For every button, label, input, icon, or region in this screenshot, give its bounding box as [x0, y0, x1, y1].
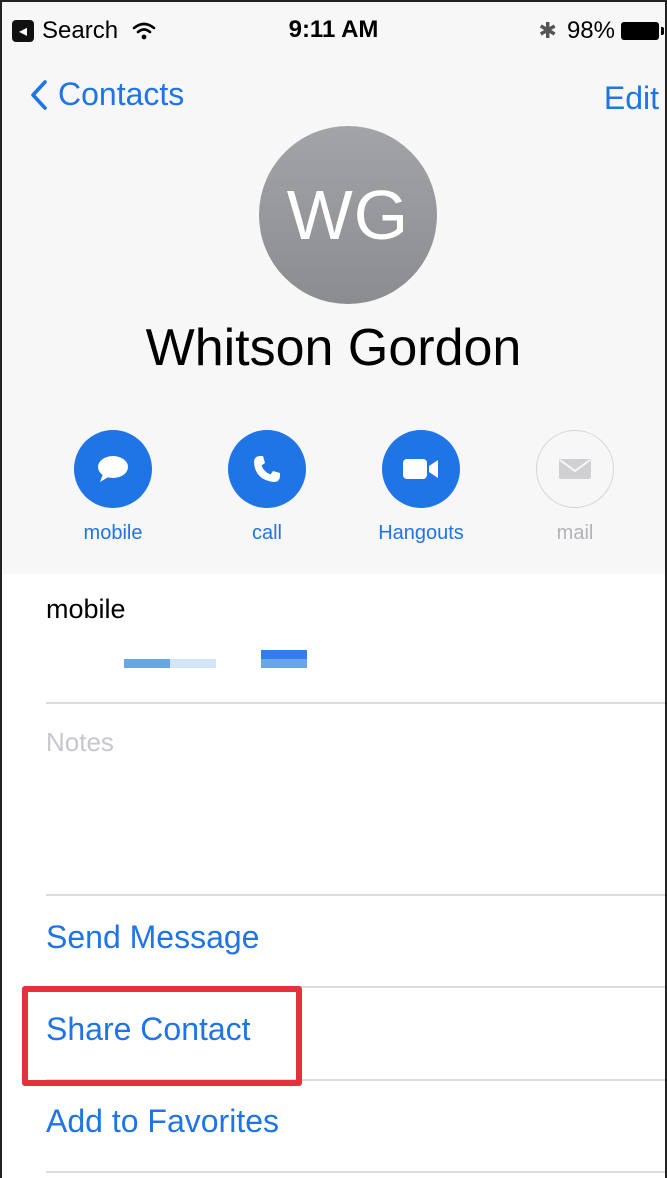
action-hangouts-circle[interactable] [382, 430, 460, 508]
message-icon [98, 456, 128, 482]
action-mail-label: mail [556, 522, 594, 544]
add-to-favorites-link[interactable]: Add to Favorites [46, 1103, 665, 1140]
edit-button[interactable]: Edit [604, 80, 659, 117]
phone-field-label: mobile [46, 594, 126, 624]
avatar-initials: WG [286, 176, 410, 254]
mail-icon [559, 459, 591, 479]
action-message-circle[interactable] [74, 430, 152, 508]
status-right: ✱ 98% [538, 14, 664, 48]
contact-header: Contacts Edit WG Whitson Gordon mobile c… [2, 60, 665, 574]
action-call-circle[interactable] [228, 430, 306, 508]
divider [46, 702, 665, 704]
action-message[interactable]: mobile [58, 430, 168, 545]
phone-number-redacted-3[interactable] [261, 650, 307, 659]
action-hangouts-label: Hangouts [378, 522, 464, 544]
notes-field[interactable]: Notes [46, 727, 665, 758]
action-hangouts[interactable]: Hangouts [366, 430, 476, 545]
phone-screen: ◂ Search 9:11 AM ✱ 98% Contacts Edit WG … [0, 0, 667, 1178]
action-message-label: mobile [83, 522, 143, 544]
send-message-link[interactable]: Send Message [46, 919, 665, 956]
back-button-label: Contacts [58, 76, 185, 112]
chevron-left-icon [31, 79, 47, 110]
action-call-label: call [251, 522, 282, 544]
share-contact-highlight [22, 986, 302, 1086]
back-button[interactable]: Contacts [30, 76, 184, 113]
video-icon [403, 459, 438, 479]
quick-actions: mobile call Hangouts mail [58, 430, 632, 550]
action-call[interactable]: call [212, 430, 322, 545]
bluetooth-icon: ✱ [538, 18, 557, 43]
action-mail: mail [520, 430, 630, 545]
phone-number-redacted-2[interactable] [170, 659, 216, 668]
divider [46, 894, 665, 896]
battery-icon [621, 22, 664, 40]
phone-number-redacted-1[interactable] [124, 659, 170, 668]
battery-percent: 98% [566, 17, 615, 44]
divider [46, 1171, 665, 1173]
action-mail-circle [536, 430, 614, 508]
status-bar: ◂ Search 9:11 AM ✱ 98% [2, 2, 665, 60]
avatar: WG [259, 126, 437, 304]
phone-number-redacted-4[interactable] [261, 659, 307, 668]
phone-icon [254, 456, 280, 482]
contact-name: Whitson Gordon [145, 319, 522, 377]
